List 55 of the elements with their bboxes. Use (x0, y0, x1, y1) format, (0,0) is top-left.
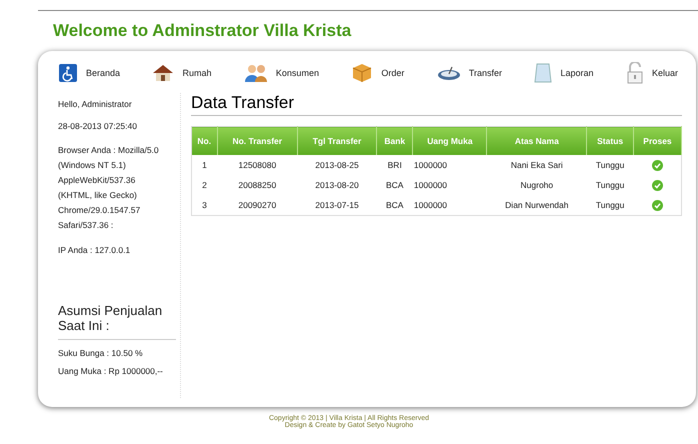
table-cell: Tunggu (596, 180, 624, 190)
nav-link[interactable]: Rumah (152, 64, 212, 82)
page-title: Data Transfer (191, 93, 682, 116)
table-cell: 2 (202, 180, 207, 190)
checkmark-icon[interactable] (652, 160, 663, 171)
nav-link[interactable]: Beranda (58, 63, 120, 83)
people-icon (244, 63, 268, 83)
table-cell: Nani Eka Sari (510, 160, 563, 170)
padlock-icon (626, 62, 644, 84)
box-icon (351, 63, 374, 83)
document-icon (534, 63, 552, 83)
table-cell: Tunggu (596, 200, 624, 210)
checkmark-icon[interactable] (652, 200, 663, 211)
column-header: Atas Nama (486, 126, 587, 155)
section-heading: Asumsi Penjualan Saat Ini : (58, 303, 176, 340)
table-cell: BRI (388, 160, 402, 170)
info-text: Suku Bunga : 10.50 % (58, 347, 144, 360)
table-cell: Tunggu (596, 160, 624, 170)
table-cell: 2013-08-25 (315, 160, 359, 170)
column-header: Uang Muka (412, 126, 487, 155)
table-cell: Dian Nurwendah (505, 200, 568, 210)
column-header: Tgl Transfer (298, 126, 377, 155)
table-cell: 3 (202, 200, 207, 210)
satellite-dish-icon (436, 65, 461, 81)
nav-link[interactable]: Laporan (534, 63, 594, 83)
house-icon (152, 64, 174, 82)
nav-link[interactable]: Transfer (436, 65, 502, 81)
nav-link[interactable]: Order (351, 63, 404, 83)
table-cell: 20088250 (238, 180, 276, 190)
table-cell: 1 (202, 160, 207, 170)
info-text: Uang Muka : Rp 1000000,-- (58, 365, 164, 378)
ip-address: IP Anda : 127.0.0.1 (58, 245, 132, 255)
column-header: Status (586, 126, 634, 155)
table-cell: BCA (386, 180, 404, 190)
table-cell: 1000000 (414, 200, 448, 210)
table-cell: 2013-08-20 (315, 180, 359, 190)
column-header: No. (192, 126, 218, 155)
datetime-text: 28-08-2013 07:25:40 (58, 121, 138, 131)
nav-link[interactable]: Keluar (626, 62, 678, 84)
site-title: Welcome to Adminstrator Villa Krista (53, 21, 352, 42)
browser-info: Browser Anda : Mozilla/5.0 (Windows NT 5.1) AppleWebKit/537.36 (KHTML, like Gecko) Chrome/29.0.1547.57 Safari/537.36 : (58, 144, 160, 232)
nav-link[interactable]: Konsumen (244, 63, 319, 83)
table-cell: Nugroho (520, 180, 554, 190)
table-cell: 12508080 (238, 160, 276, 170)
column-header: Bank (376, 126, 413, 155)
table-cell: 20090270 (238, 200, 276, 210)
table-cell: 1000000 (414, 160, 448, 170)
table-cell: BCA (386, 200, 404, 210)
table-cell: 2013-07-15 (315, 200, 359, 210)
column-header: Proses (633, 126, 682, 155)
checkmark-icon[interactable] (652, 180, 663, 191)
wheelchair-icon (58, 63, 78, 83)
table-cell: 1000000 (414, 180, 448, 190)
column-header: No. Transfer (217, 126, 298, 155)
greeting-text: Hello, Administrator (58, 99, 133, 109)
